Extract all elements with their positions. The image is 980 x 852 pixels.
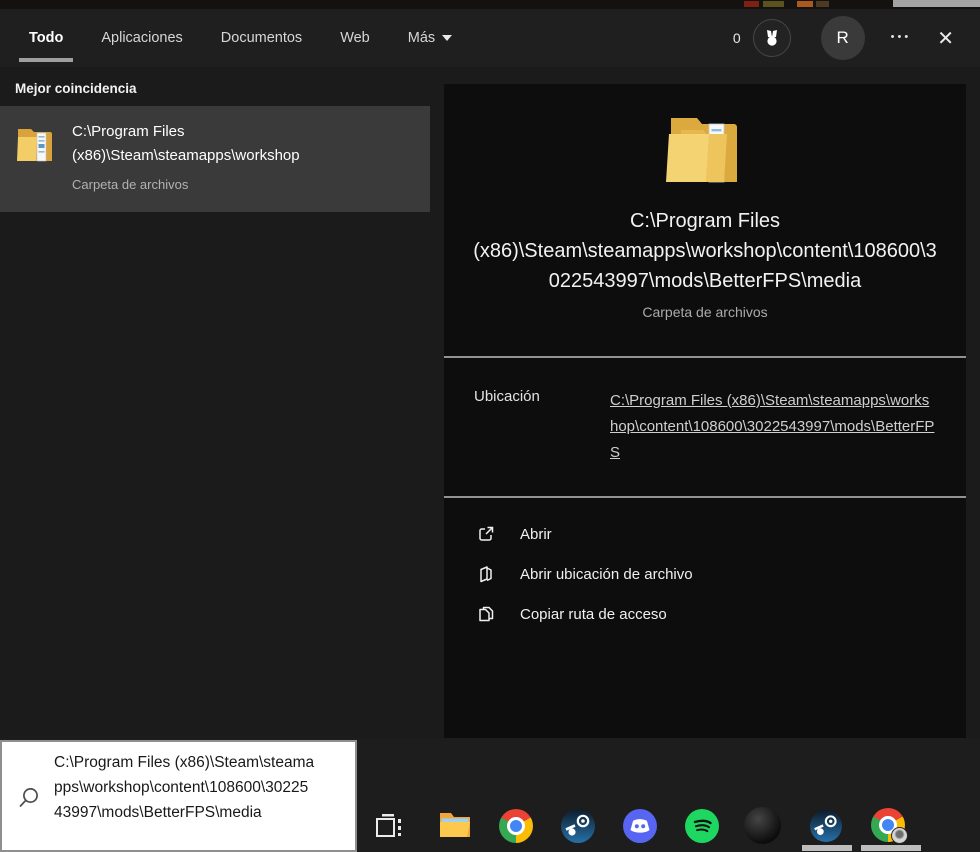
chrome-icon bbox=[499, 809, 533, 843]
best-match-subtitle: Carpeta de archivos bbox=[72, 177, 189, 192]
tab-web[interactable]: Web bbox=[338, 26, 372, 50]
copy-icon bbox=[479, 606, 494, 622]
rewards-medal-button[interactable] bbox=[752, 19, 791, 57]
topbar-right-controls: 0 R ••• ✕ bbox=[733, 9, 954, 67]
background-fragment bbox=[816, 1, 829, 7]
preview-title: C:\Program Files (x86)\Steam\steamapps\w… bbox=[473, 210, 937, 292]
search-icon bbox=[19, 788, 38, 808]
steam-running-button[interactable] bbox=[810, 810, 842, 847]
steam-icon bbox=[561, 809, 595, 843]
folder-icon bbox=[666, 118, 737, 183]
open-file-location-icon bbox=[480, 566, 492, 583]
search-tabbar: Todo Aplicaciones Documentos Web Más 0 R… bbox=[0, 9, 980, 67]
background-window-sliver bbox=[0, 0, 980, 9]
open-external-icon bbox=[479, 526, 494, 541]
action-copy-path[interactable]: Copiar ruta de acceso bbox=[444, 594, 966, 634]
filter-tabs: Todo Aplicaciones Documentos Web Más bbox=[19, 26, 454, 62]
best-match-title: C:\Program Files (x86)\Steam\steamapps\w… bbox=[72, 123, 300, 164]
action-open-file-location[interactable]: Abrir ubicación de archivo bbox=[444, 554, 966, 594]
file-explorer-icon bbox=[440, 813, 470, 837]
file-explorer-button[interactable] bbox=[438, 808, 472, 845]
avatar-letter: R bbox=[836, 28, 849, 47]
tab-documentos[interactable]: Documentos bbox=[219, 26, 304, 50]
background-fragment bbox=[744, 1, 759, 7]
spotify-icon bbox=[685, 809, 719, 843]
best-match-text: C:\Program Files (x86)\Steam\steamapps\w… bbox=[72, 120, 412, 212]
dark-app-icon bbox=[744, 807, 781, 844]
running-app-indicator bbox=[861, 845, 921, 851]
more-options-button[interactable]: ••• bbox=[891, 23, 912, 46]
close-button[interactable]: ✕ bbox=[937, 26, 954, 51]
chrome-button[interactable] bbox=[499, 809, 533, 843]
task-view-button[interactable] bbox=[375, 813, 403, 846]
search-input[interactable]: C:\Program Files (x86)\Steam\steamapps\w… bbox=[54, 750, 316, 850]
rewards-count: 0 bbox=[732, 30, 741, 46]
action-label: Copiar ruta de acceso bbox=[520, 605, 667, 623]
background-fragment bbox=[893, 0, 980, 7]
action-label: Abrir ubicación de archivo bbox=[520, 565, 693, 583]
action-open[interactable]: Abrir bbox=[444, 514, 966, 554]
tab-label: Más bbox=[407, 30, 436, 46]
discord-button[interactable] bbox=[623, 809, 657, 843]
selected-tab-underline bbox=[19, 58, 74, 62]
preview-subtitle: Carpeta de archivos bbox=[642, 304, 768, 320]
task-view-icon bbox=[376, 814, 401, 837]
running-app-indicator bbox=[802, 845, 852, 851]
location-label: Ubicación bbox=[474, 388, 540, 405]
user-avatar[interactable]: R bbox=[820, 16, 865, 60]
background-fragment bbox=[797, 1, 813, 7]
location-row: Ubicación C:\Program Files (x86)\Steam\s… bbox=[444, 358, 966, 466]
profile-badge-icon bbox=[891, 827, 908, 844]
tab-label: Todo bbox=[29, 30, 64, 46]
tab-label: Aplicaciones bbox=[101, 30, 183, 46]
actions-list: Abrir Abrir ubicación de archivo Copiar … bbox=[444, 498, 966, 634]
tab-aplicaciones[interactable]: Aplicaciones bbox=[99, 26, 184, 50]
close-icon: ✕ bbox=[937, 27, 954, 50]
section-title: Mejor coincidencia bbox=[15, 81, 137, 96]
tab-label: Documentos bbox=[220, 30, 303, 46]
tab-todo[interactable]: Todo bbox=[19, 26, 74, 62]
best-match-result[interactable]: C:\Program Files (x86)\Steam\steamapps\w… bbox=[0, 106, 430, 212]
spotify-button[interactable] bbox=[685, 809, 719, 843]
background-fragment bbox=[763, 1, 784, 7]
tab-mas[interactable]: Más bbox=[406, 26, 454, 50]
medal-icon bbox=[766, 30, 777, 46]
discord-icon bbox=[623, 809, 657, 843]
folder-icon bbox=[17, 129, 52, 162]
steam-icon bbox=[810, 810, 842, 842]
taskbar-search-box[interactable]: C:\Program Files (x86)\Steam\steamapps\w… bbox=[0, 740, 357, 852]
ellipsis-icon: ••• bbox=[890, 30, 912, 43]
action-label: Abrir bbox=[520, 525, 552, 543]
chevron-down-icon bbox=[442, 35, 453, 42]
tab-label: Web bbox=[340, 30, 370, 46]
dark-app-button[interactable] bbox=[744, 807, 781, 844]
chrome-profile-button[interactable] bbox=[871, 808, 908, 844]
steam-button[interactable] bbox=[561, 809, 595, 848]
location-link[interactable]: C:\Program Files (x86)\Steam\steamapps\w… bbox=[610, 388, 936, 466]
search-flyout: Todo Aplicaciones Documentos Web Más 0 R… bbox=[0, 9, 980, 738]
preview-pane: C:\Program Files (x86)\Steam\steamapps\w… bbox=[444, 84, 966, 738]
